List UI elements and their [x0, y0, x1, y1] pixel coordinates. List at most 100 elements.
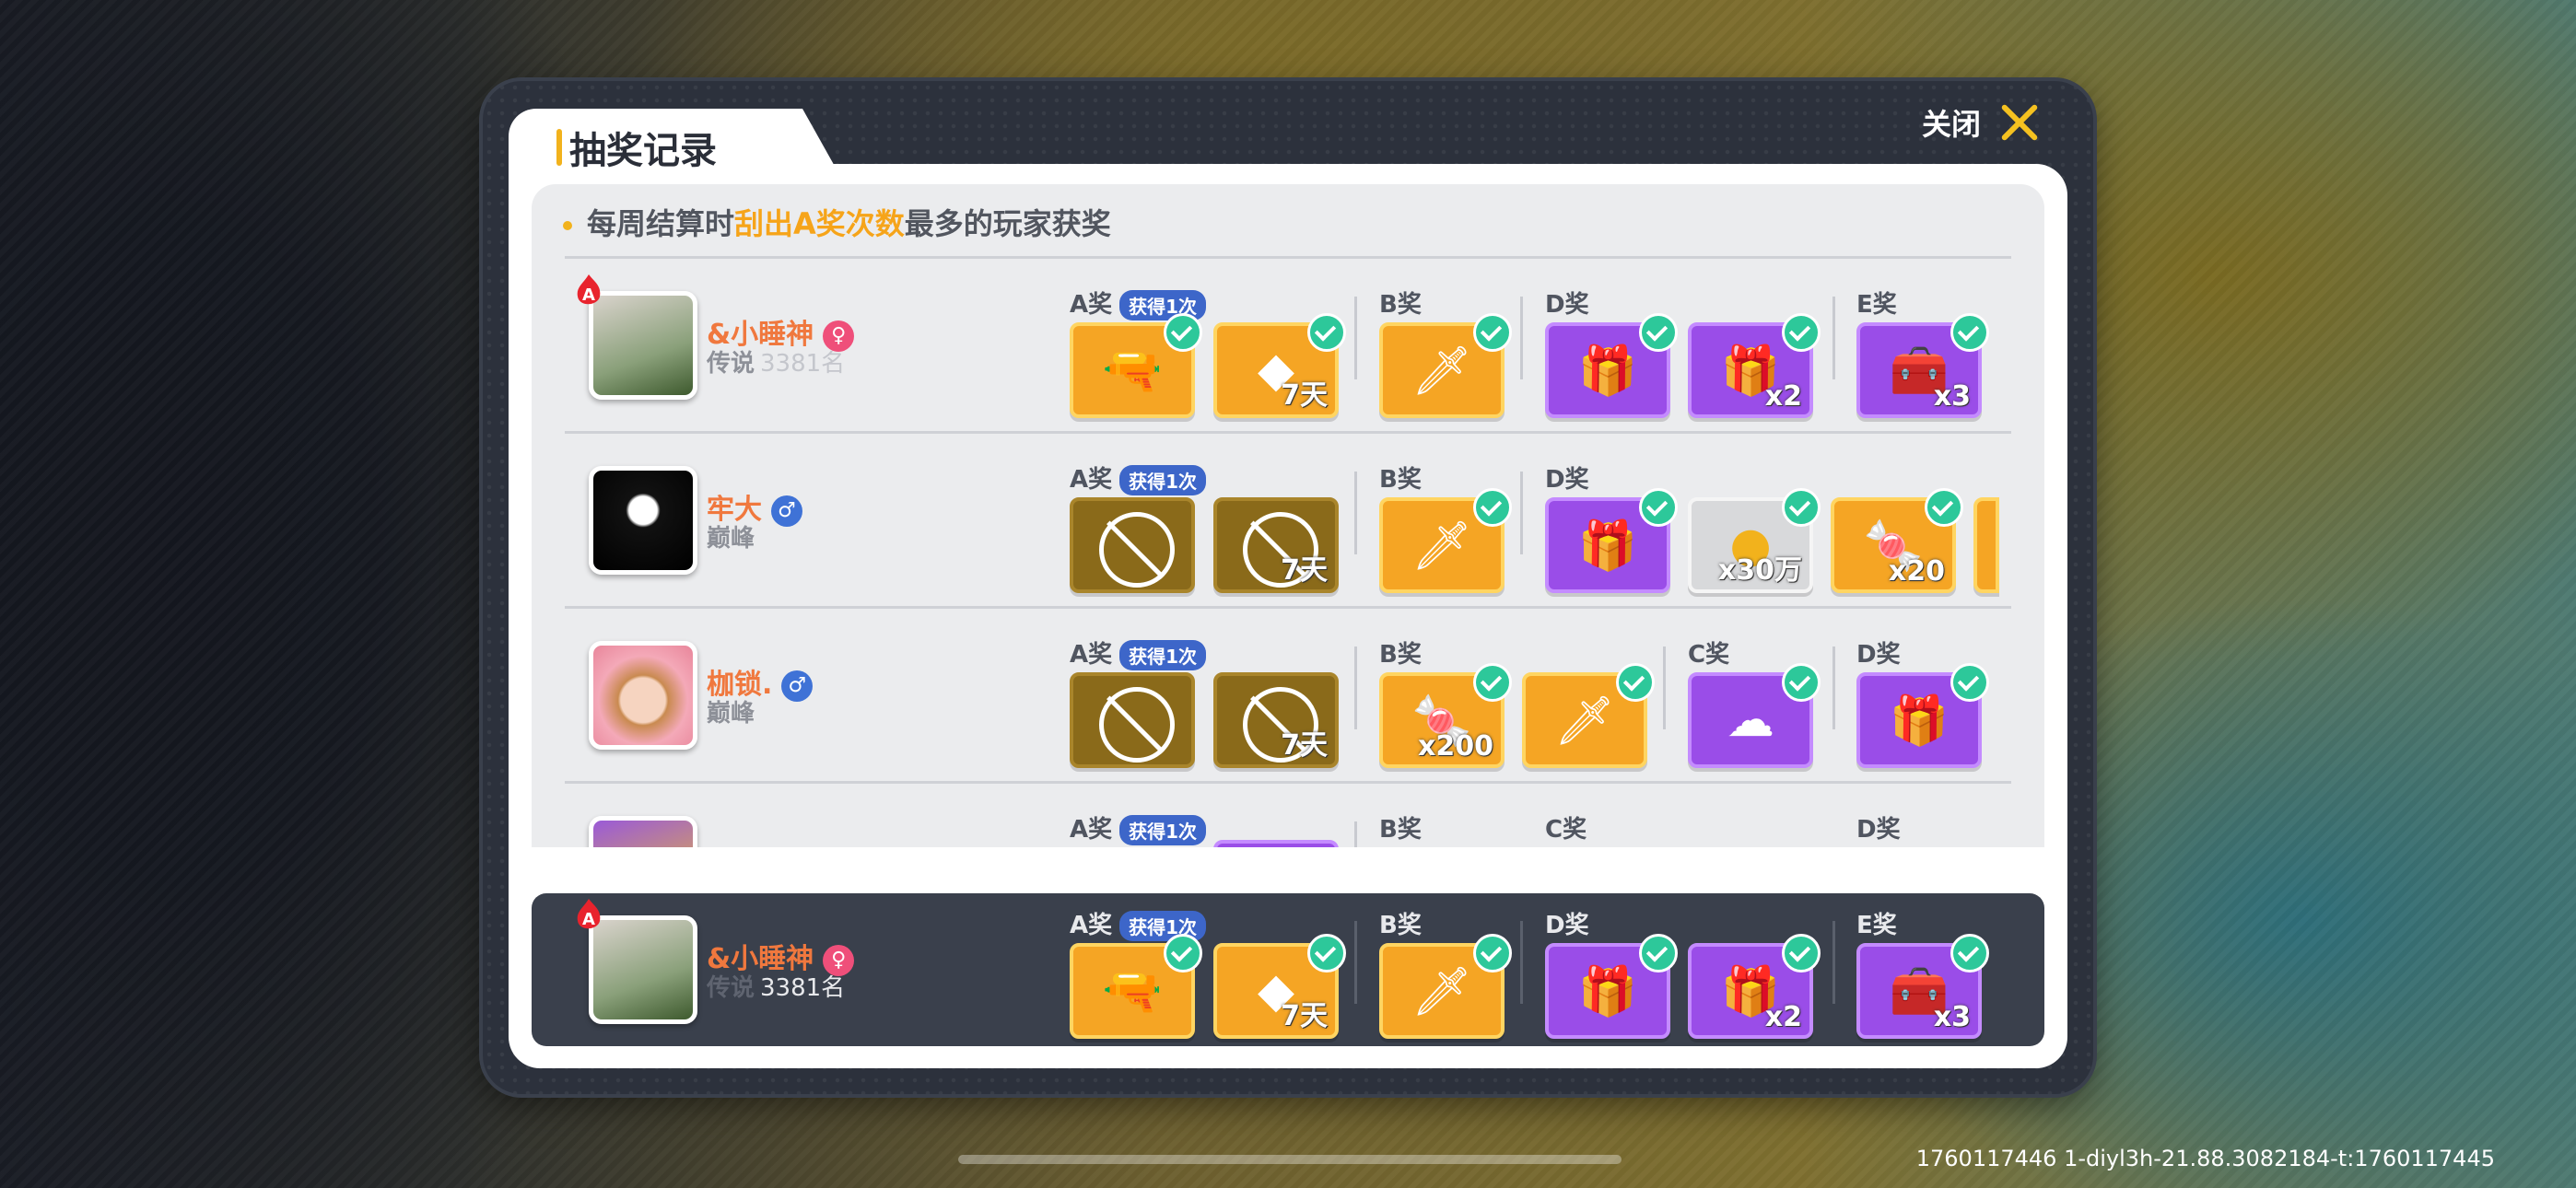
title-accent	[556, 129, 562, 166]
group-divider	[1520, 921, 1523, 1004]
check-icon	[1950, 663, 1989, 702]
check-icon	[1616, 663, 1655, 702]
group-divider	[1354, 297, 1357, 379]
prize-b-label: B奖	[1379, 816, 1422, 844]
a-rank-flame-icon: A	[577, 899, 601, 929]
prize-d-label: D奖	[1545, 291, 1589, 319]
prize-item[interactable]: 🗡	[1379, 934, 1512, 1039]
group-divider	[1520, 472, 1523, 554]
check-icon	[1639, 934, 1678, 973]
prize-item[interactable]: ◆ 7天	[1213, 313, 1346, 418]
not-obtained-icon	[1099, 512, 1175, 588]
bullet-icon	[563, 221, 572, 230]
prize-item[interactable]: ☁	[1688, 663, 1821, 768]
check-icon	[1950, 934, 1989, 973]
male-icon: ♂	[771, 495, 802, 527]
got-once-badge: 获得1次	[1119, 465, 1207, 495]
prize-d-label: D奖	[1856, 641, 1901, 669]
prize-item[interactable]: 🍬 x20	[1831, 488, 1963, 593]
prize-item[interactable]	[1070, 497, 1195, 593]
prize-item[interactable]: ◆ 7天	[1213, 934, 1346, 1039]
check-icon	[1782, 313, 1821, 352]
check-icon	[1950, 313, 1989, 352]
notice-text: 每周结算时刮出A奖次数最多的玩家获奖	[563, 201, 1111, 243]
prize-c-label: C奖	[1545, 816, 1587, 844]
svg-text:A: A	[582, 285, 595, 305]
prize-a-label: A奖 获得1次	[1070, 810, 1207, 845]
list-item: 牢大 ♂ 巅峰 A奖 获得1次 7天 B奖 🗡 D奖 🎁 ● x30万 🍬 x20	[532, 435, 2044, 610]
prize-b-label: B奖	[1379, 291, 1422, 319]
check-icon	[1473, 663, 1512, 702]
prize-item[interactable]: 7天	[1213, 497, 1339, 593]
group-divider	[1354, 472, 1357, 554]
avatar[interactable]	[589, 816, 697, 847]
check-icon	[1473, 313, 1512, 352]
group-divider	[1354, 646, 1357, 729]
prize-item[interactable]	[1213, 840, 1339, 847]
check-icon	[1782, 663, 1821, 702]
record-list[interactable]: 每周结算时刮出A奖次数最多的玩家获奖 A &小睡神 ♀ 传说 3381名 A奖 获得1…	[532, 184, 2044, 847]
svg-text:A: A	[582, 910, 595, 929]
prize-item[interactable]	[1070, 672, 1195, 768]
a-rank-flame-icon: A	[577, 274, 601, 305]
check-icon	[1164, 934, 1202, 973]
list-item: 枷锁. ♂ 巅峰 A奖 获得1次 7天 B奖 🍬 x200 🗡 C奖 ☁ D奖 🎁	[532, 610, 2044, 785]
prize-item[interactable]: 🔫	[1070, 934, 1202, 1039]
prize-d-label: D奖	[1856, 816, 1901, 844]
prize-item[interactable]: 🎁 x2	[1688, 934, 1821, 1039]
prize-a-label: A奖 获得1次	[1070, 635, 1207, 670]
check-icon	[1473, 934, 1512, 973]
got-once-badge: 获得1次	[1119, 640, 1207, 670]
close-icon[interactable]	[1999, 102, 2040, 143]
prize-item[interactable]: 🎁 x2	[1688, 313, 1821, 418]
avatar[interactable]	[589, 641, 697, 750]
prize-item[interactable]: 🎁	[1545, 488, 1678, 593]
not-obtained-icon	[1099, 687, 1175, 763]
group-divider	[1354, 921, 1357, 1004]
prize-item[interactable]: 🔫	[1070, 313, 1202, 418]
session-watermark: 1760117446 1-diyl3h-21.88.3082184-t:1760…	[1915, 1146, 2495, 1171]
prize-d-label: D奖	[1545, 912, 1589, 939]
home-indicator[interactable]	[958, 1155, 1622, 1164]
group-divider	[1520, 297, 1523, 379]
prize-a-label: A奖 获得1次	[1070, 460, 1207, 495]
prize-item[interactable]: 🧰 x3	[1856, 313, 1989, 418]
prize-item[interactable]: 🧰 x3	[1856, 934, 1989, 1039]
divider	[565, 256, 2011, 259]
check-icon	[1307, 313, 1346, 352]
check-icon	[1473, 488, 1512, 527]
prize-item[interactable]: 7天	[1213, 672, 1339, 768]
group-divider	[1354, 821, 1357, 847]
player-rank: 巅峰	[707, 525, 755, 553]
prize-item[interactable]: 🎁	[1545, 313, 1678, 418]
prize-e-label: E奖	[1856, 291, 1897, 319]
notice-highlight: 刮出A奖次数	[734, 206, 905, 241]
check-icon	[1639, 313, 1678, 352]
player-rank: 巅峰	[707, 700, 755, 728]
group-divider	[1832, 921, 1835, 1004]
check-icon	[1925, 488, 1963, 527]
dialog-title: 抽奖记录	[569, 130, 717, 172]
prize-b-label: B奖	[1379, 641, 1422, 669]
avatar[interactable]	[589, 466, 697, 575]
prize-item[interactable]: 🎁	[1856, 663, 1989, 768]
group-divider	[1832, 297, 1835, 379]
prize-c-label: C奖	[1688, 641, 1730, 669]
prize-item[interactable]: 🎁	[1545, 934, 1678, 1039]
close-button[interactable]: 关闭	[1922, 101, 2040, 144]
check-icon	[1782, 488, 1821, 527]
group-divider	[1663, 646, 1666, 729]
player-rank: 传说 3381名	[707, 974, 846, 1002]
list-item: A奖 获得1次 B奖 C奖 D奖	[532, 785, 2044, 847]
prize-item[interactable]: 🗡	[1379, 488, 1512, 593]
divider	[565, 606, 2011, 609]
prize-item[interactable]: 🗡	[1522, 663, 1655, 768]
close-label: 关闭	[1922, 107, 1982, 142]
prize-item[interactable]: 🗡	[1379, 313, 1512, 418]
prize-item[interactable]: 🍬 x200	[1379, 663, 1512, 768]
prize-item[interactable]: ● x30万	[1688, 488, 1821, 593]
divider	[565, 431, 2011, 434]
check-icon	[1782, 934, 1821, 973]
prize-item-partial[interactable]	[1973, 497, 1999, 593]
prize-b-label: B奖	[1379, 912, 1422, 939]
